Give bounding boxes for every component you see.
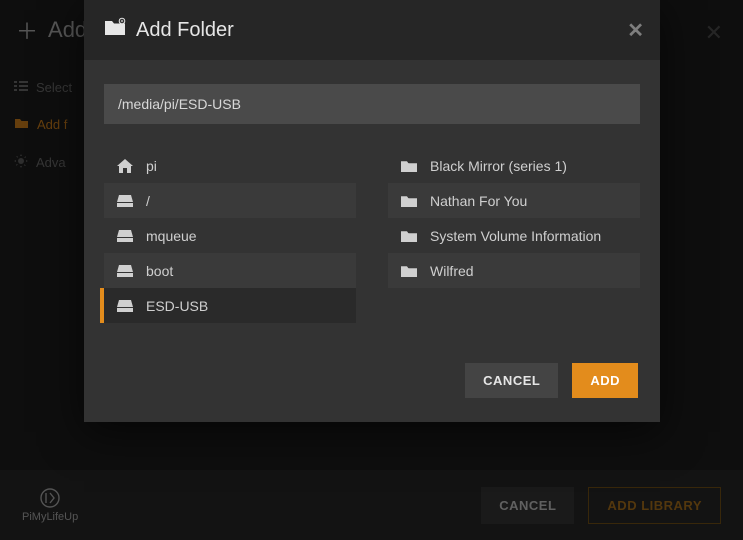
add-button[interactable]: ADD (572, 363, 638, 398)
modal-close-icon[interactable]: ✕ (627, 18, 644, 43)
folder-item-2[interactable]: System Volume Information (388, 218, 640, 253)
folder-icon (400, 264, 418, 277)
device-item-0[interactable]: pi (104, 148, 356, 183)
folder-list: Black Mirror (series 1) Nathan For You Sys… (388, 148, 640, 323)
device-item-label: / (146, 193, 150, 209)
device-list: pi / mqueue boot ESD-USB (104, 148, 356, 323)
folder-compass-icon (104, 17, 126, 43)
modal-header: Add Folder ✕ (84, 0, 660, 60)
folder-icon (400, 229, 418, 242)
folder-item-3[interactable]: Wilfred (388, 253, 640, 288)
folder-icon (400, 159, 418, 172)
modal-title: Add Folder (136, 19, 234, 42)
folder-item-0[interactable]: Black Mirror (series 1) (388, 148, 640, 183)
folder-icon (400, 194, 418, 207)
device-item-3[interactable]: boot (104, 253, 356, 288)
folder-item-label: Black Mirror (series 1) (430, 158, 567, 174)
device-item-label: boot (146, 263, 173, 279)
drive-icon (116, 300, 134, 312)
folder-columns: pi / mqueue boot ESD-USB Black Mirror (serie… (104, 148, 640, 323)
device-item-label: mqueue (146, 228, 197, 244)
device-item-label: pi (146, 158, 157, 174)
folder-item-label: System Volume Information (430, 228, 601, 244)
modal-actions: CANCEL ADD (84, 333, 660, 422)
folder-item-label: Wilfred (430, 263, 474, 279)
modal-body: pi / mqueue boot ESD-USB Black Mirror (serie… (84, 60, 660, 333)
path-input[interactable] (104, 84, 640, 124)
drive-icon (116, 265, 134, 277)
device-item-1[interactable]: / (104, 183, 356, 218)
device-item-label: ESD-USB (146, 298, 208, 314)
folder-item-1[interactable]: Nathan For You (388, 183, 640, 218)
device-item-2[interactable]: mqueue (104, 218, 356, 253)
add-folder-modal: Add Folder ✕ pi / mqueue boot ESD-USB Black … (84, 0, 660, 422)
home-icon (116, 159, 134, 173)
cancel-button[interactable]: CANCEL (465, 363, 558, 398)
drive-icon (116, 230, 134, 242)
drive-icon (116, 195, 134, 207)
device-item-4[interactable]: ESD-USB (104, 288, 356, 323)
folder-item-label: Nathan For You (430, 193, 527, 209)
